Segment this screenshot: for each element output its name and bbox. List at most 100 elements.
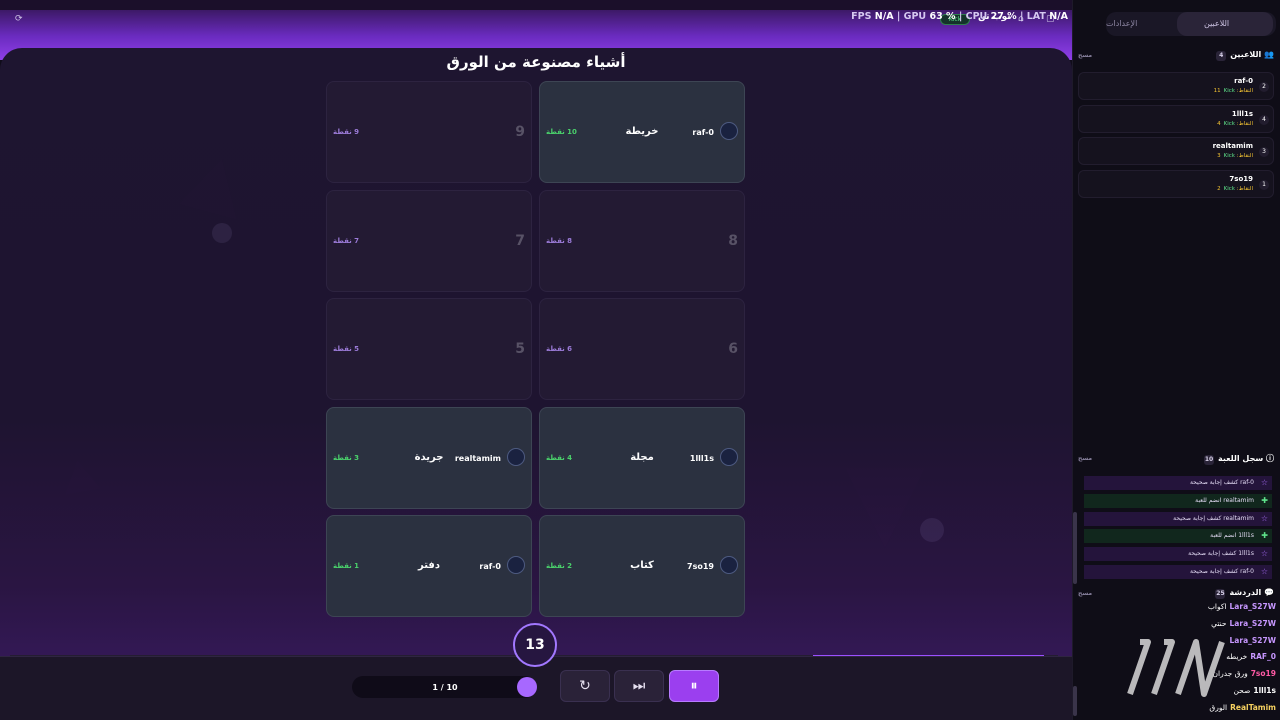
log-count: 10 [1204,455,1214,465]
card-points: 8 نقطة [546,236,573,245]
skip-button[interactable]: ⏭ [614,670,664,702]
log-entry: ☆ 1lll1s كشف إجابة صحيحة [1084,547,1272,562]
player-row[interactable]: 4 1lll1s النقاط: 4Kick [1078,104,1274,133]
decor-circle [212,223,232,243]
tab-players-label: اللاعبين [1204,19,1230,28]
chat-text: الورق [1209,702,1228,712]
decor-triangle [179,151,251,220]
player-row[interactable]: 1 7so19 النقاط: 2Kick [1078,169,1274,198]
card-points: 7 نقطة [333,236,360,245]
user-plus-icon: ✚ [1261,531,1268,541]
chat-username: RAF_0 [1250,652,1276,662]
log-entry: ☆ raf-0 كشف إجابة صحيحة [1084,565,1272,579]
kick-platform-label: Kick [1223,185,1235,192]
log-scrollbar[interactable] [1073,512,1077,584]
answer-card-3[interactable]: 8 8 نقطة [539,189,745,292]
card-points: 3 نقطة [333,453,360,462]
board-title: أشياء مصنوعة من الورق [446,53,626,71]
chat-username: 7so19 [1250,669,1276,679]
log-entry: ✚ realtamim انضم للعبة [1084,493,1272,508]
card-number: 7 [515,232,525,249]
users-icon: 👥 [1261,50,1274,59]
log-entry: ☆ raf-0 كشف إجابة صحيحة [1084,476,1272,490]
answers-grid: raf-0 خريطة 10 نقطة 9 9 نقطة 8 8 نقطة 7 7 نقطة 6 6… [326,81,746,621]
round-counter: 1 / 10 [432,683,458,692]
answer-card-8[interactable]: realtamim جريدة 3 نقطة [326,406,532,509]
refresh-icon[interactable]: ⟳ [15,14,23,24]
chat-username: Lara_S27W [1229,602,1276,611]
chat-username: 1lll1s [1253,686,1276,695]
kick-platform-label: Kick [1223,153,1235,159]
perf-stats: FPS N/A | GPU 63 % | CPU 27 % | LAT N/A [851,11,1068,22]
player-name: 7so19 [1229,174,1253,183]
tab-settings-label[interactable]: الإعدادات [1106,19,1137,28]
log-entry: ✚ 1lll1s انضم للعبة [1084,529,1272,544]
player-rank: 4 [1259,114,1269,125]
player-row[interactable]: 3 realtamim النقاط: 3Kick [1078,137,1274,165]
player-score: النقاط: 3Kick [1217,153,1253,159]
kick-platform-label: Kick [1223,88,1235,94]
chat-username: RealTamim [1230,702,1276,712]
cpu-value: 27 % [990,11,1017,22]
card-points: 10 نقطة [546,128,577,136]
answer-card-9[interactable]: 7so19 كتاب 2 نقطة [539,515,745,617]
answer-card-6[interactable]: 5 5 نقطة [326,298,532,400]
player-score: النقاط: 11Kick [1213,88,1253,94]
answer-card-4[interactable]: 7 7 نقطة [326,189,532,292]
player-rank: 3 [1259,147,1269,157]
info-icon: ⓘ [1263,454,1274,463]
countdown-timer: 13 [513,623,557,667]
chat-username: Lara_S27W [1229,618,1276,628]
reset-icon: ↻ [579,678,591,694]
card-number: 8 [728,232,738,249]
answer-card-7[interactable]: 1lll1s مجلة 4 نقطة [539,406,745,509]
log-clear-button[interactable]: مسح [1078,455,1092,462]
chat-section-title: الدردشة [1229,588,1262,597]
card-points: 4 نقطة [546,453,573,462]
player-name: raf-0 [1234,77,1253,85]
star-icon: ☆ [1260,567,1268,576]
player-score: النقاط: 2Kick [1217,185,1253,192]
channel-watermark-logo [1127,639,1225,697]
card-points: 5 نقطة [333,345,360,353]
cpu-label: CPU [965,11,988,22]
chat-icon: 💬 [1261,588,1274,597]
top-strip [0,0,1072,10]
chat-clear-button[interactable]: مسح [1078,590,1092,597]
card-number: 6 [728,341,738,357]
log-section-title: سجل اللعبة [1218,454,1264,463]
decor-circle [920,518,944,542]
card-number: 5 [515,341,525,357]
chat-count: 25 [1215,589,1226,599]
card-points: 6 نقطة [546,345,573,353]
player-name: 1lll1s [1231,109,1253,118]
card-points: 1 نقطة [333,562,360,570]
decor-triangle [845,468,925,548]
star-icon: ☆ [1260,478,1268,487]
chat-scrollbar[interactable] [1073,686,1077,716]
chat-message: RealTamimالورق [1080,703,1276,717]
card-number: 9 [515,124,525,140]
star-icon: ☆ [1260,549,1268,559]
player-name: realtamim [1212,142,1253,150]
answer-card-1[interactable]: raf-0 خريطة 10 نقطة [539,81,745,183]
star-icon: ☆ [1260,513,1268,523]
answer-card-10[interactable]: raf-0 دفتر 1 نقطة [326,515,532,617]
answer-card-2[interactable]: 9 9 نقطة [326,81,532,183]
player-rank: 1 [1259,179,1269,190]
kick-platform-label: Kick [1223,120,1235,127]
pause-button[interactable]: ⏸ [669,670,719,702]
card-points: 9 نقطة [333,128,360,136]
player-row[interactable]: 2 raf-0 النقاط: 11Kick [1078,72,1274,100]
reset-button[interactable]: ↻ [560,670,610,702]
fps-label: FPS [851,11,872,22]
players-clear-button[interactable]: مسح [1078,52,1092,59]
round-slider-knob[interactable] [517,677,537,697]
pause-icon: ⏸ [690,678,698,694]
fps-value: N/A [874,11,894,22]
answer-card-5[interactable]: 6 6 نقطة [539,298,745,400]
decor-triangle [59,457,100,495]
players-section-title: اللاعبين [1230,50,1262,59]
lat-label: LAT [1026,11,1046,22]
log-section-header: ⓘ سجل اللعبة 10 مسح [1078,453,1274,471]
